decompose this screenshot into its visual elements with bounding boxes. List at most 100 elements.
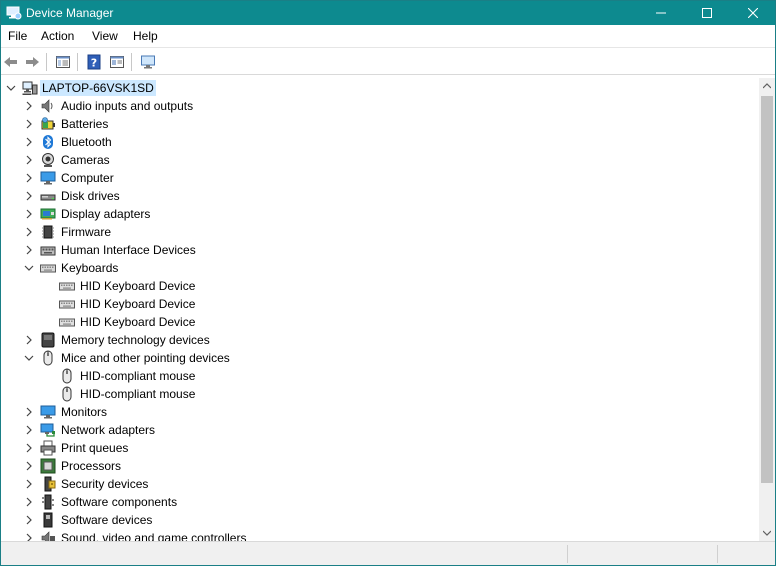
tree-category-label[interactable]: Audio inputs and outputs bbox=[59, 98, 195, 114]
chevron-right-icon[interactable] bbox=[23, 172, 35, 184]
chevron-right-icon[interactable] bbox=[23, 100, 35, 112]
title-bar[interactable]: Device Manager bbox=[1, 1, 775, 25]
close-button[interactable] bbox=[730, 1, 776, 25]
tree-category-label[interactable]: Memory technology devices bbox=[59, 332, 212, 348]
tree-category-label[interactable]: Disk drives bbox=[59, 188, 122, 204]
tree-root-label[interactable]: LAPTOP-66VSK1SD bbox=[40, 80, 156, 96]
tree-category-row[interactable]: Software devices bbox=[1, 511, 759, 529]
tree-device-row[interactable]: HID-compliant mouse bbox=[1, 367, 759, 385]
tree-category-row[interactable]: Software components bbox=[1, 493, 759, 511]
chevron-right-icon[interactable] bbox=[23, 208, 35, 220]
chevron-right-icon[interactable] bbox=[23, 118, 35, 130]
tree-category-label[interactable]: Processors bbox=[59, 458, 123, 474]
tree-category-row[interactable]: Memory technology devices bbox=[1, 331, 759, 349]
tree-category-row[interactable]: Disk drives bbox=[1, 187, 759, 205]
tree-device-label[interactable]: HID Keyboard Device bbox=[78, 296, 197, 312]
tree-category-label[interactable]: Batteries bbox=[59, 116, 110, 132]
properties-button[interactable] bbox=[54, 53, 72, 71]
chevron-down-icon[interactable] bbox=[23, 262, 35, 274]
tree-category-row[interactable]: Network adapters bbox=[1, 421, 759, 439]
tree-category-label[interactable]: Keyboards bbox=[59, 260, 120, 276]
tree-device-row[interactable]: HID-compliant mouse bbox=[1, 385, 759, 403]
back-button[interactable] bbox=[2, 53, 20, 71]
software-component-icon bbox=[40, 494, 56, 510]
toolbar-separator bbox=[131, 53, 132, 71]
chevron-right-icon[interactable] bbox=[23, 478, 35, 490]
tree-device-label[interactable]: HID Keyboard Device bbox=[78, 278, 197, 294]
chevron-right-icon[interactable] bbox=[23, 424, 35, 436]
tree-category-label[interactable]: Mice and other pointing devices bbox=[59, 350, 232, 366]
scroll-down-arrow-icon[interactable] bbox=[759, 525, 775, 541]
tree-category-row[interactable]: Security devices bbox=[1, 475, 759, 493]
tree-category-row[interactable]: Monitors bbox=[1, 403, 759, 421]
tree-device-label[interactable]: HID-compliant mouse bbox=[78, 386, 197, 402]
keyboard-device-icon bbox=[59, 296, 75, 312]
chevron-right-icon[interactable] bbox=[23, 244, 35, 256]
toolbar: ? bbox=[1, 47, 775, 75]
chevron-right-icon[interactable] bbox=[23, 406, 35, 418]
chevron-right-icon[interactable] bbox=[23, 154, 35, 166]
tree-category-label[interactable]: Human Interface Devices bbox=[59, 242, 198, 258]
chevron-right-icon[interactable] bbox=[23, 190, 35, 202]
menu-action[interactable]: Action bbox=[39, 28, 76, 44]
chevron-right-icon[interactable] bbox=[23, 136, 35, 148]
tree-category-row[interactable]: Bluetooth bbox=[1, 133, 759, 151]
tree-device-row[interactable]: HID Keyboard Device bbox=[1, 295, 759, 313]
tree-category-row[interactable]: Computer bbox=[1, 169, 759, 187]
tree-category-row[interactable]: Sound, video and game controllers bbox=[1, 529, 759, 541]
tree-root-row[interactable]: LAPTOP-66VSK1SD bbox=[1, 79, 759, 97]
tree-category-row[interactable]: Human Interface Devices bbox=[1, 241, 759, 259]
sound-controller-icon bbox=[40, 530, 56, 541]
tree-category-label[interactable]: Display adapters bbox=[59, 206, 152, 222]
tree-category-row[interactable]: Cameras bbox=[1, 151, 759, 169]
tree-category-row[interactable]: Firmware bbox=[1, 223, 759, 241]
device-tree[interactable]: LAPTOP-66VSK1SD Audio inputs and outputs… bbox=[1, 78, 759, 541]
tree-category-row[interactable]: Audio inputs and outputs bbox=[1, 97, 759, 115]
tree-device-row[interactable]: HID Keyboard Device bbox=[1, 277, 759, 295]
scrollbar-thumb[interactable] bbox=[761, 96, 773, 483]
tree-category-row[interactable]: Keyboards bbox=[1, 259, 759, 277]
chevron-right-icon[interactable] bbox=[23, 334, 35, 346]
chevron-down-icon[interactable] bbox=[23, 352, 35, 364]
scan-hardware-button[interactable] bbox=[139, 53, 157, 71]
tree-category-label[interactable]: Cameras bbox=[59, 152, 112, 168]
chevron-down-icon[interactable] bbox=[5, 82, 17, 94]
chevron-right-icon[interactable] bbox=[23, 532, 35, 541]
tree-category-row[interactable]: Print queues bbox=[1, 439, 759, 457]
memory-icon bbox=[40, 332, 56, 348]
menu-help[interactable]: Help bbox=[131, 28, 160, 44]
chevron-right-icon[interactable] bbox=[23, 226, 35, 238]
maximize-button[interactable] bbox=[684, 1, 730, 25]
tree-category-row[interactable]: Batteries bbox=[1, 115, 759, 133]
tree-category-label[interactable]: Network adapters bbox=[59, 422, 157, 438]
minimize-button[interactable] bbox=[638, 1, 684, 25]
tree-device-label[interactable]: HID-compliant mouse bbox=[78, 368, 197, 384]
tree-category-label[interactable]: Computer bbox=[59, 170, 116, 186]
help-button[interactable]: ? bbox=[85, 53, 103, 71]
tree-category-label[interactable]: Security devices bbox=[59, 476, 150, 492]
help-icon: ? bbox=[87, 54, 101, 70]
tree-category-row[interactable]: Mice and other pointing devices bbox=[1, 349, 759, 367]
vertical-scrollbar[interactable] bbox=[759, 78, 775, 541]
menu-file[interactable]: File bbox=[6, 28, 29, 44]
scroll-up-arrow-icon[interactable] bbox=[759, 78, 775, 94]
menu-view[interactable]: View bbox=[90, 28, 120, 44]
tree-category-row[interactable]: Display adapters bbox=[1, 205, 759, 223]
tree-category-label[interactable]: Software components bbox=[59, 494, 179, 510]
tree-category-row[interactable]: Processors bbox=[1, 457, 759, 475]
chevron-right-icon[interactable] bbox=[23, 460, 35, 472]
tree-category-label[interactable]: Print queues bbox=[59, 440, 130, 456]
properties-sheet-button[interactable] bbox=[108, 53, 126, 71]
chevron-right-icon[interactable] bbox=[23, 442, 35, 454]
tree-category-label[interactable]: Firmware bbox=[59, 224, 113, 240]
forward-button[interactable] bbox=[23, 53, 41, 71]
tree-category-label[interactable]: Monitors bbox=[59, 404, 109, 420]
tree-category-label[interactable]: Sound, video and game controllers bbox=[59, 530, 248, 541]
tree-device-label[interactable]: HID Keyboard Device bbox=[78, 314, 197, 330]
tree-device-row[interactable]: HID Keyboard Device bbox=[1, 313, 759, 331]
chevron-right-icon[interactable] bbox=[23, 496, 35, 508]
tree-category-label[interactable]: Software devices bbox=[59, 512, 154, 528]
camera-icon bbox=[40, 152, 56, 168]
tree-category-label[interactable]: Bluetooth bbox=[59, 134, 114, 150]
chevron-right-icon[interactable] bbox=[23, 514, 35, 526]
